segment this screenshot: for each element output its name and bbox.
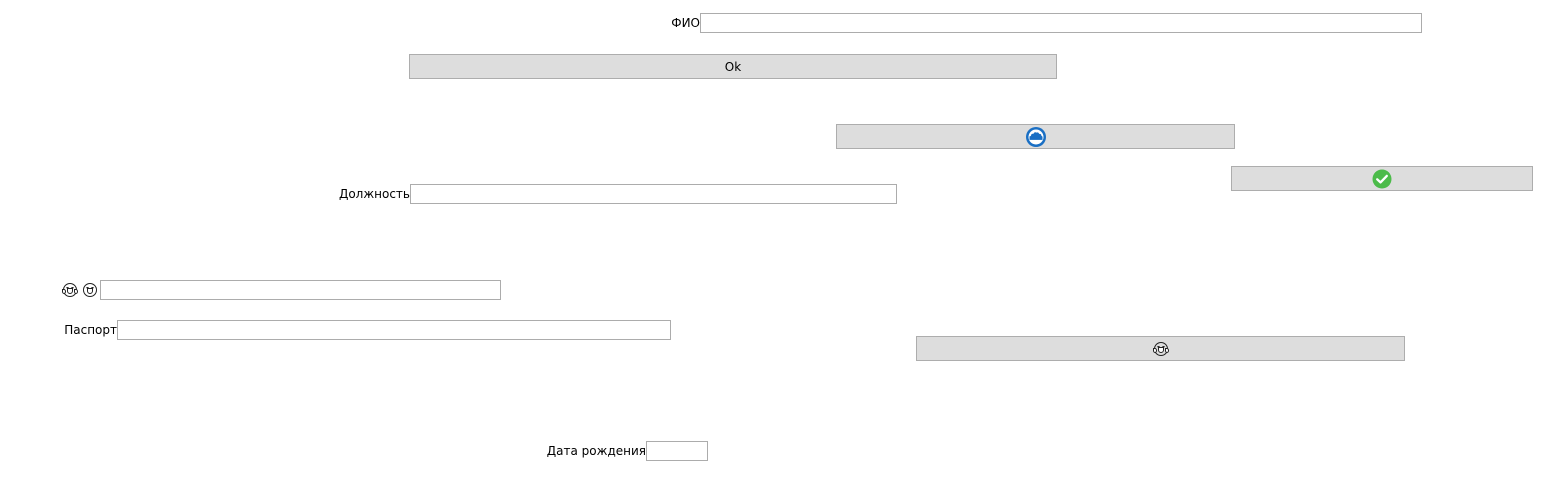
birthdate-label: Дата рождения [546, 444, 646, 458]
passport-input[interactable] [117, 320, 671, 340]
ok-button[interactable]: Ok [409, 54, 1057, 79]
grinning-emoji-icon [83, 283, 97, 297]
passport-label: Паспорт [64, 323, 117, 337]
joy-emoji-icon [1152, 341, 1169, 356]
joy-emoji-icon [62, 283, 78, 297]
fio-input[interactable] [700, 13, 1422, 33]
emoji-button[interactable] [916, 336, 1405, 361]
emoji-label [62, 282, 97, 298]
birthdate-input[interactable] [646, 441, 708, 461]
cloud-button[interactable] [836, 124, 1235, 149]
position-label: Должность [338, 187, 410, 201]
emoji-field-input[interactable] [100, 280, 501, 300]
fio-label: ФИО [671, 16, 700, 30]
position-input[interactable] [410, 184, 897, 204]
blue-cloud-circle-icon [1025, 126, 1046, 147]
green-check-circle-icon [1372, 169, 1392, 188]
check-button[interactable] [1231, 166, 1533, 191]
